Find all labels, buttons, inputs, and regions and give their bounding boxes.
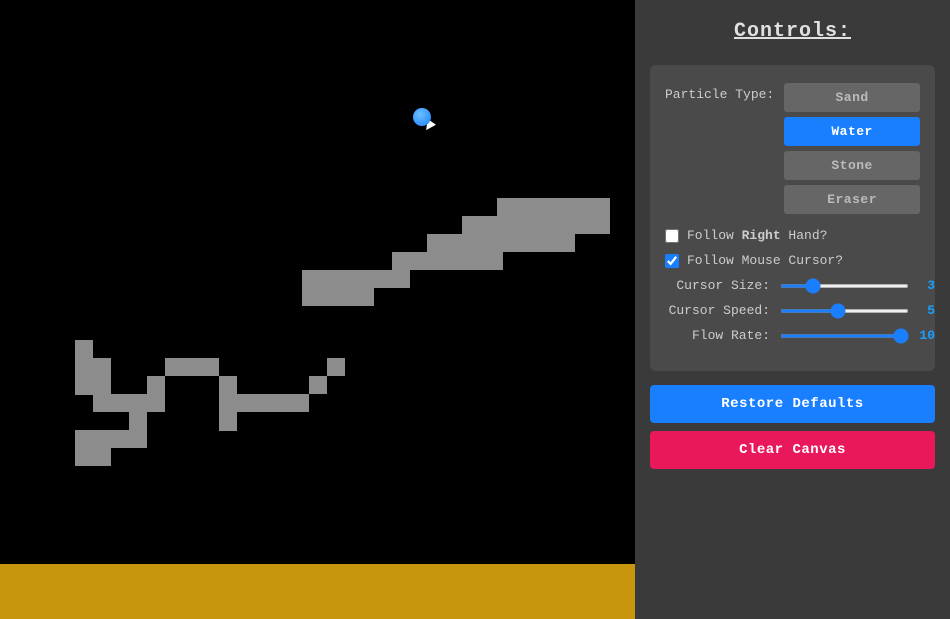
sand-button[interactable]: Sand (784, 83, 920, 112)
flow-rate-slider[interactable] (780, 334, 909, 338)
simulation-canvas[interactable] (0, 0, 635, 619)
cursor-speed-value: 5 (915, 303, 935, 318)
stone-button[interactable]: Stone (784, 151, 920, 180)
flow-rate-label: Flow Rate: (665, 328, 770, 343)
sand-layer (0, 564, 635, 619)
follow-mouse-label[interactable]: Follow Mouse Cursor? (687, 253, 843, 268)
cursor-indicator (413, 108, 431, 126)
controls-heading: Controls: (734, 20, 851, 43)
follow-mouse-row: Follow Mouse Cursor? (665, 253, 920, 268)
eraser-button[interactable]: Eraser (784, 185, 920, 214)
water-button[interactable]: Water (784, 117, 920, 146)
cursor-speed-row: Cursor Speed: 5 (665, 303, 920, 318)
particle-buttons-group: Sand Water Stone Eraser (784, 83, 920, 214)
particle-type-label: Particle Type: (665, 83, 774, 102)
clear-canvas-button[interactable]: Clear Canvas (650, 431, 935, 469)
follow-right-hand-label[interactable]: Follow Right Hand? (687, 228, 827, 243)
controls-panel: Controls: Particle Type: Sand Water Ston… (635, 0, 950, 619)
follow-right-hand-row: Follow Right Hand? (665, 228, 920, 243)
cursor-size-value: 3 (915, 278, 935, 293)
cursor-size-row: Cursor Size: 3 (665, 278, 920, 293)
particle-type-row: Particle Type: Sand Water Stone Eraser (665, 83, 920, 214)
cursor-speed-label: Cursor Speed: (665, 303, 770, 318)
follow-mouse-checkbox[interactable] (665, 254, 679, 268)
flow-rate-value: 10 (915, 328, 935, 343)
cursor-size-slider[interactable] (780, 284, 909, 288)
cursor-speed-slider[interactable] (780, 309, 909, 313)
flow-rate-row: Flow Rate: 10 (665, 328, 920, 343)
controls-inner-panel: Particle Type: Sand Water Stone Eraser F… (650, 65, 935, 371)
restore-defaults-button[interactable]: Restore Defaults (650, 385, 935, 423)
follow-right-hand-checkbox[interactable] (665, 229, 679, 243)
right-underline: Right (742, 228, 781, 243)
cursor-size-label: Cursor Size: (665, 278, 770, 293)
